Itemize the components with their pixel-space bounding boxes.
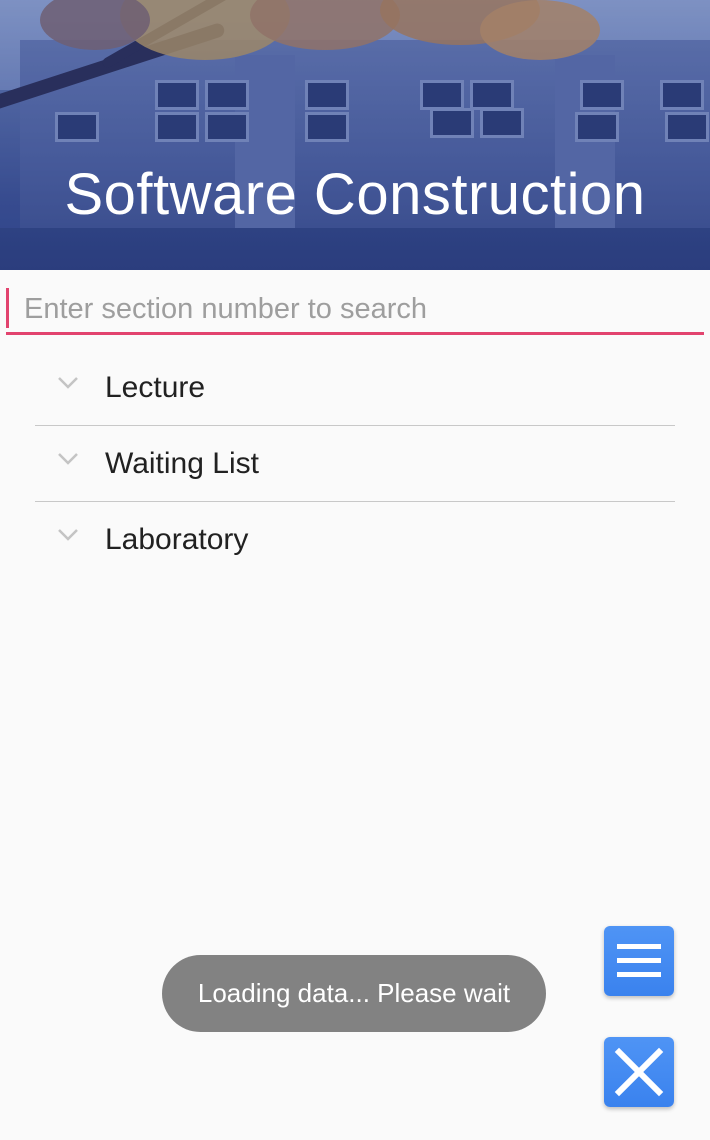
section-label: Waiting List xyxy=(105,447,259,480)
section-item-laboratory[interactable]: Laboratory xyxy=(35,502,675,578)
search-input[interactable] xyxy=(24,286,694,332)
chevron-down-icon xyxy=(58,529,78,541)
close-button[interactable] xyxy=(604,1037,674,1107)
menu-icon xyxy=(617,944,661,977)
menu-button[interactable] xyxy=(604,926,674,996)
section-item-lecture[interactable]: Lecture xyxy=(35,350,675,426)
search-underline xyxy=(6,332,704,335)
section-list: Lecture Waiting List Laboratory xyxy=(35,350,675,578)
search-field[interactable] xyxy=(6,286,704,336)
loading-toast: Loading data... Please wait xyxy=(162,955,546,1032)
header-banner: Software Construction xyxy=(0,0,710,270)
section-item-waiting-list[interactable]: Waiting List xyxy=(35,426,675,502)
text-cursor xyxy=(6,288,9,328)
section-label: Laboratory xyxy=(105,523,249,556)
app-screen: Software Construction Lecture Waiting Li… xyxy=(0,0,710,1140)
close-icon xyxy=(614,1047,664,1097)
chevron-down-icon xyxy=(58,453,78,465)
page-title: Software Construction xyxy=(64,162,646,227)
section-label: Lecture xyxy=(105,371,206,404)
chevron-down-icon xyxy=(58,377,78,389)
